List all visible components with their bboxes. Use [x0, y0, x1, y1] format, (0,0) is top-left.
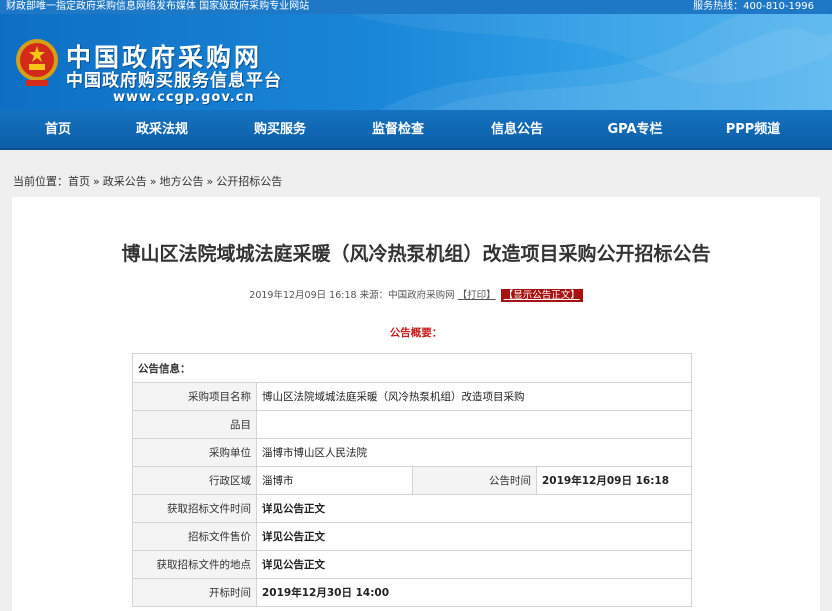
article-source: 来源：中国政府采购网: [359, 290, 455, 301]
nav-item-home[interactable]: 首页: [45, 110, 71, 150]
table-row: 行政区域 淄博市 公告时间 2019年12月09日 16:18: [132, 466, 692, 495]
nav-item-ppp[interactable]: PPP频道: [726, 110, 781, 150]
breadcrumb-procurement-notices[interactable]: 政采公告: [103, 175, 147, 188]
breadcrumb-separator: »: [149, 175, 157, 188]
breadcrumb-local-notices[interactable]: 地方公告: [159, 175, 203, 188]
notice-info-table: 公告信息： 采购项目名称 博山区法院域城法庭采暖（风冷热泵机组）改造项目采购 品…: [132, 353, 692, 607]
nav-item-supervision[interactable]: 监督检查: [372, 110, 424, 150]
row-value: 详见公告正文: [256, 522, 692, 551]
national-emblem-icon: [16, 39, 58, 86]
article-title: 博山区法院域城法庭采暖（风冷热泵机组）改造项目采购公开招标公告: [121, 243, 711, 265]
table-row: 获取招标文件时间 详见公告正文: [132, 494, 692, 523]
article-panel: 博山区法院域城法庭采暖（风冷热泵机组）改造项目采购公开招标公告 2019年12月…: [12, 197, 820, 611]
publish-datetime: 2019年12月09日 16:18: [249, 290, 357, 301]
show-full-notice-button[interactable]: 【显示公告正文】: [500, 289, 583, 302]
row-value: 淄博市博山区人民法院: [256, 438, 692, 467]
nav-item-gpa[interactable]: GPA专栏: [607, 110, 662, 150]
print-link[interactable]: 【打印】: [458, 290, 496, 301]
row-label: 采购项目名称: [132, 382, 257, 411]
nav-item-announcements[interactable]: 信息公告: [491, 110, 543, 150]
row-value: [256, 410, 692, 439]
row-label: 行政区域: [132, 466, 257, 495]
row-label: 开标时间: [132, 578, 257, 607]
row-label: 品目: [132, 410, 257, 439]
table-row: 品目: [132, 410, 692, 439]
table-header: 公告信息：: [132, 353, 692, 383]
breadcrumb-separator: »: [206, 175, 214, 188]
site-banner: 中国政府采购网 中国政府购买服务信息平台 www.ccgp.gov.cn: [0, 14, 832, 110]
table-row: 采购项目名称 博山区法院域城法庭采暖（风冷热泵机组）改造项目采购: [132, 382, 692, 411]
table-row: 获取招标文件的地点 详见公告正文: [132, 550, 692, 579]
row-label: 采购单位: [132, 438, 257, 467]
row-value: 详见公告正文: [256, 494, 692, 523]
nav-item-purchase-services[interactable]: 购买服务: [254, 110, 306, 150]
site-url: www.ccgp.gov.cn: [113, 90, 255, 105]
row-label: 获取招标文件的地点: [132, 550, 257, 579]
top-strip: 财政部唯一指定政府采购信息网络发布媒体 国家级政府采购专业网站 服务热线：400…: [0, 0, 832, 14]
site-subtitle: 中国政府购买服务信息平台: [66, 71, 282, 91]
row-label-secondary: 公告时间: [412, 466, 537, 495]
row-value-secondary: 2019年12月09日 16:18: [536, 466, 692, 495]
breadcrumb-separator: »: [93, 175, 100, 188]
row-label: 招标文件售价: [132, 522, 257, 551]
row-label: 获取招标文件时间: [132, 494, 257, 523]
row-value: 详见公告正文: [256, 550, 692, 579]
table-row: 招标文件售价 详见公告正文: [132, 522, 692, 551]
breadcrumb: 当前位置：首页» 政采公告» 地方公告» 公开招标公告: [13, 173, 282, 189]
table-row: 采购单位 淄博市博山区人民法院: [132, 438, 692, 467]
main-nav: 首页 政采法规 购买服务 监督检查 信息公告 GPA专栏 PPP频道: [0, 110, 832, 150]
nav-item-regulations[interactable]: 政采法规: [136, 110, 188, 150]
service-hotline: 服务热线：400-810-1996: [693, 1, 814, 12]
table-row: 开标时间 2019年12月30日 14:00: [132, 578, 692, 607]
row-value: 淄博市: [256, 466, 413, 495]
breadcrumb-open-tender[interactable]: 公开招标公告: [216, 175, 282, 188]
row-value: 博山区法院域城法庭采暖（风冷热泵机组）改造项目采购: [256, 382, 692, 411]
top-strip-slogan: 财政部唯一指定政府采购信息网络发布媒体 国家级政府采购专业网站: [6, 1, 310, 12]
article-meta: 2019年12月09日 16:18 来源：中国政府采购网 【打印】 【显示公告正…: [12, 287, 820, 302]
breadcrumb-prefix: 当前位置：: [13, 175, 68, 188]
row-value: 2019年12月30日 14:00: [256, 578, 692, 607]
overview-label: 公告概要：: [389, 327, 443, 339]
breadcrumb-home[interactable]: 首页: [68, 175, 90, 188]
